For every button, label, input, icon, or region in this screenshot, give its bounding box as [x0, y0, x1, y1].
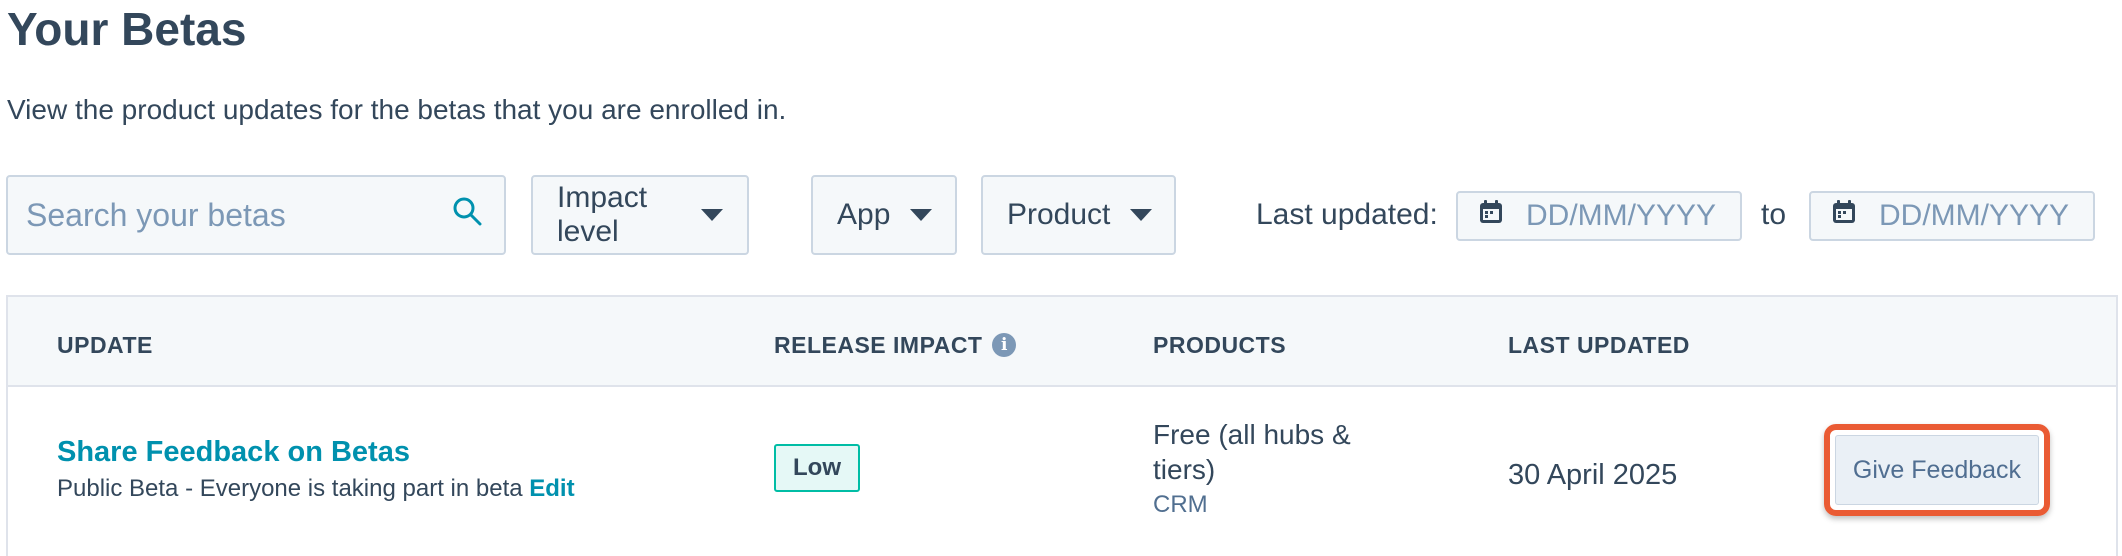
table-header: UPDATE RELEASE IMPACT i PRODUCTS LAST UP…	[8, 297, 2116, 387]
column-header-release-impact[interactable]: RELEASE IMPACT i	[774, 331, 1017, 359]
caret-down-icon	[1130, 209, 1153, 221]
column-header-label: UPDATE	[57, 332, 153, 358]
product-tag: CRM	[1153, 491, 1208, 518]
last-updated-label: Last updated:	[1256, 198, 1438, 231]
give-feedback-button[interactable]: Give Feedback	[1835, 435, 2039, 505]
column-header-label: RELEASE IMPACT	[774, 332, 983, 358]
search-input[interactable]	[26, 196, 426, 234]
app-label: App	[837, 198, 891, 231]
calendar-icon	[1831, 199, 1857, 233]
product-label: Product	[1007, 198, 1111, 231]
betas-page: Your Betas View the product updates for …	[0, 0, 2122, 556]
impact-level-label: Impact level	[557, 181, 648, 248]
impact-badge: Low	[774, 444, 860, 492]
to-label: to	[1761, 198, 1787, 231]
update-subtitle-text: Public Beta - Everyone is taking part in…	[57, 475, 523, 502]
info-icon[interactable]: i	[992, 333, 1017, 357]
search-box[interactable]	[6, 175, 506, 255]
products-text: Free (all hubs & tiers)	[1153, 419, 1351, 485]
product-dropdown[interactable]: Product	[981, 175, 1176, 255]
column-header-label: PRODUCTS	[1153, 332, 1287, 358]
date-from-field[interactable]: DD/MM/YYYY	[1456, 191, 1742, 241]
betas-table: UPDATE RELEASE IMPACT i PRODUCTS LAST UP…	[6, 295, 2118, 556]
column-header-update[interactable]: UPDATE	[57, 331, 153, 359]
impact-level-dropdown[interactable]: Impact level	[531, 175, 749, 255]
caret-down-icon	[910, 209, 933, 221]
products-cell: Free (all hubs & tiers) CRM	[1153, 417, 1393, 523]
give-feedback-highlight: Give Feedback	[1824, 424, 2050, 516]
last-updated-value: 30 April 2025	[1508, 459, 1678, 491]
date-from-placeholder: DD/MM/YYYY	[1526, 199, 1717, 232]
edit-link[interactable]: Edit	[529, 475, 574, 502]
page-title: Your Betas	[7, 3, 247, 55]
column-header-last-updated[interactable]: LAST UPDATED	[1508, 331, 1690, 359]
date-to-placeholder: DD/MM/YYYY	[1879, 199, 2070, 232]
column-header-products[interactable]: PRODUCTS	[1153, 331, 1286, 359]
update-subtitle: Public Beta - Everyone is taking part in…	[57, 474, 575, 504]
calendar-icon	[1478, 199, 1504, 233]
app-dropdown[interactable]: App	[811, 175, 957, 255]
caret-down-icon	[701, 209, 723, 221]
column-header-label: LAST UPDATED	[1508, 332, 1690, 358]
update-title-link[interactable]: Share Feedback on Betas	[57, 434, 410, 470]
page-description: View the product updates for the betas t…	[7, 94, 787, 125]
search-icon[interactable]	[452, 196, 482, 234]
date-to-field[interactable]: DD/MM/YYYY	[1809, 191, 2095, 241]
